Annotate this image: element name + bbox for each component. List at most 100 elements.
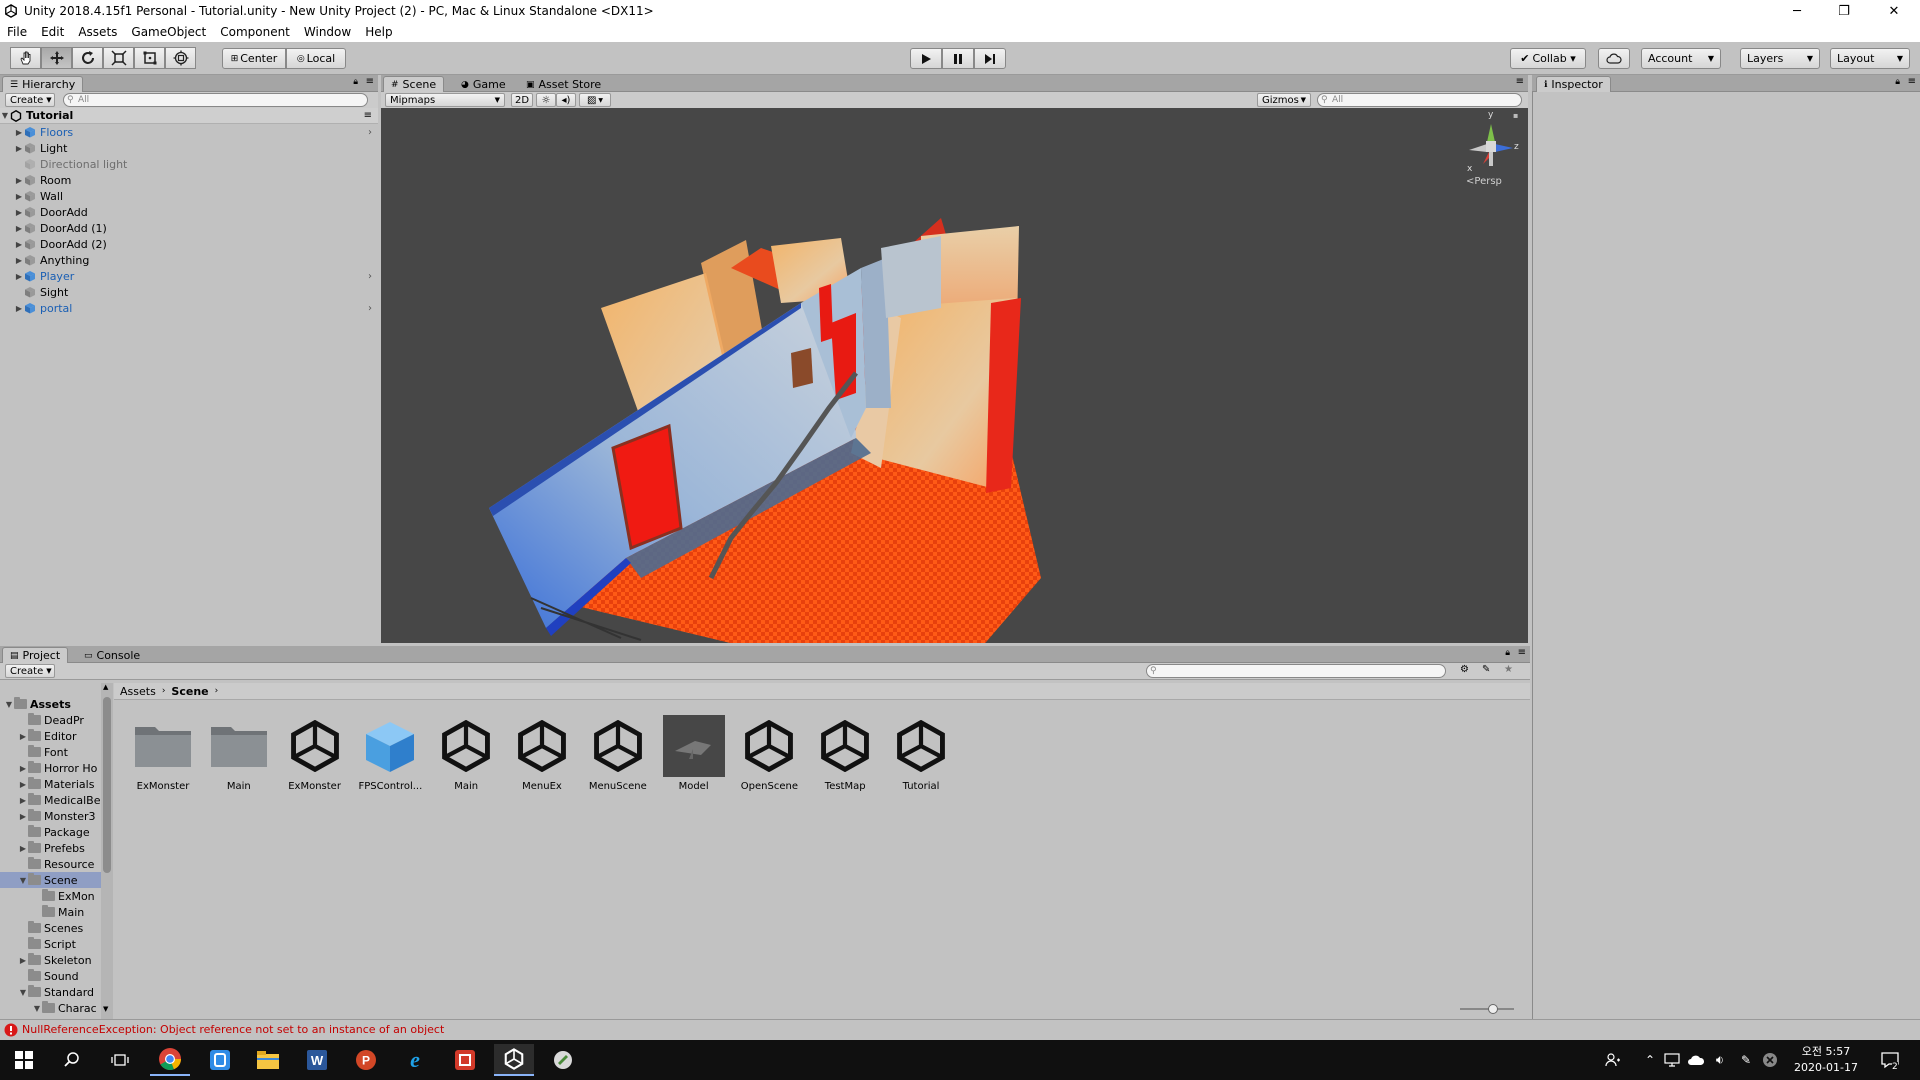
transform-tool-button[interactable] bbox=[165, 47, 196, 69]
hierarchy-item[interactable]: ▶ Player › bbox=[0, 268, 378, 284]
action-center-button[interactable]: 2 bbox=[1870, 1044, 1910, 1076]
expand-arrow-icon[interactable]: ▶ bbox=[14, 192, 24, 201]
audio-toggle[interactable]: ◂) bbox=[556, 93, 576, 107]
tab-hierarchy[interactable]: ☰ Hierarchy bbox=[2, 76, 84, 92]
folder-tree-item[interactable]: Main bbox=[0, 904, 112, 920]
asset-item[interactable]: Main bbox=[431, 715, 501, 792]
expand-arrow-icon[interactable]: ▶ bbox=[18, 812, 28, 821]
effects-dropdown[interactable]: ▨ ▼ bbox=[579, 93, 611, 107]
panel-menu-icon[interactable]: ≡ bbox=[1516, 76, 1524, 87]
tree-scrollbar-thumb[interactable] bbox=[103, 697, 111, 873]
menu-help[interactable]: Help bbox=[358, 25, 399, 39]
collab-dropdown[interactable]: ✔ Collab ▾ bbox=[1510, 48, 1586, 69]
tree-scrollbar[interactable]: ▲ ▼ bbox=[101, 683, 113, 1019]
taskbar-unity[interactable] bbox=[494, 1044, 534, 1076]
folder-tree-item[interactable]: DeadPr bbox=[0, 712, 112, 728]
step-button[interactable] bbox=[974, 48, 1006, 69]
asset-item[interactable]: TestMap bbox=[810, 715, 880, 792]
cloud-button[interactable] bbox=[1598, 48, 1630, 69]
taskbar-app-blue[interactable] bbox=[200, 1044, 240, 1076]
folder-tree-item[interactable]: ▶ Editor bbox=[0, 728, 112, 744]
tray-app-icon[interactable] bbox=[1758, 1044, 1782, 1076]
people-icon[interactable] bbox=[1598, 1044, 1628, 1076]
gizmo-lock-icon[interactable]: ▪ bbox=[1513, 111, 1518, 120]
taskbar-powerpoint[interactable]: P bbox=[346, 1044, 386, 1076]
folder-tree-item[interactable]: Sound bbox=[0, 968, 112, 984]
scale-tool-button[interactable] bbox=[103, 47, 134, 69]
folder-tree-item[interactable]: Resource bbox=[0, 856, 112, 872]
menu-component[interactable]: Component bbox=[213, 25, 297, 39]
tray-chevron-icon[interactable]: ⌃ bbox=[1640, 1044, 1660, 1076]
lock-icon[interactable]: 🔒︎ bbox=[1895, 77, 1900, 87]
asset-item[interactable]: OpenScene bbox=[734, 715, 804, 792]
scroll-up-icon[interactable]: ▲ bbox=[103, 683, 108, 691]
taskbar-file-explorer[interactable] bbox=[248, 1044, 288, 1076]
expand-arrow-icon[interactable]: ▶ bbox=[18, 780, 28, 789]
pivot-local-toggle[interactable]: ◎ Local bbox=[286, 48, 346, 69]
gizmos-dropdown[interactable]: Gizmos ▼ bbox=[1257, 93, 1311, 107]
expand-arrow-icon[interactable]: ▶ bbox=[14, 224, 24, 233]
onedrive-icon[interactable] bbox=[1684, 1044, 1708, 1076]
expand-arrow-icon[interactable]: ▶ bbox=[14, 304, 24, 313]
scene-root-row[interactable]: ▼ Tutorial ≡ bbox=[0, 108, 378, 124]
folder-tree-item[interactable]: ▶ Materials bbox=[0, 776, 112, 792]
open-prefab-chevron-icon[interactable]: › bbox=[368, 271, 372, 282]
expand-arrow-icon[interactable]: ▼ bbox=[32, 1004, 42, 1013]
folder-tree-item[interactable]: ▶ Skeleton bbox=[0, 952, 112, 968]
breadcrumb-scene[interactable]: Scene bbox=[171, 685, 208, 698]
tab-project[interactable]: ▤ Project bbox=[2, 647, 69, 663]
hierarchy-item[interactable]: ▶ Room bbox=[0, 172, 378, 188]
expand-arrow-icon[interactable]: ▶ bbox=[14, 144, 24, 153]
hierarchy-item[interactable]: ▶ Wall bbox=[0, 188, 378, 204]
menu-gameobject[interactable]: GameObject bbox=[124, 25, 213, 39]
expand-arrow-icon[interactable]: ▶ bbox=[18, 844, 28, 853]
taskbar-word[interactable]: W bbox=[297, 1044, 337, 1076]
rect-tool-button[interactable] bbox=[134, 47, 165, 69]
console-status-bar[interactable]: NullReferenceException: Object reference… bbox=[0, 1019, 1920, 1039]
restore-button[interactable]: ❐ bbox=[1822, 0, 1866, 22]
projection-label[interactable]: <Persp bbox=[1466, 176, 1502, 187]
orientation-gizmo[interactable]: y z x ▪ <Persp bbox=[1461, 108, 1521, 203]
close-button[interactable]: ✕ bbox=[1872, 0, 1916, 22]
asset-item[interactable]: Model bbox=[659, 715, 729, 792]
hierarchy-item[interactable]: ▶ DoorAdd (1) bbox=[0, 220, 378, 236]
taskbar-red-app[interactable] bbox=[445, 1044, 485, 1076]
expand-arrow-icon[interactable]: ▼ bbox=[18, 988, 28, 997]
hierarchy-item[interactable]: ▶ DoorAdd bbox=[0, 204, 378, 220]
folder-tree-item[interactable]: ▼ Scene bbox=[0, 872, 112, 888]
project-search-input[interactable]: ⚲ bbox=[1146, 664, 1446, 678]
folder-tree-item[interactable]: ▼ Assets bbox=[0, 696, 112, 712]
minimize-button[interactable]: ─ bbox=[1775, 0, 1819, 22]
folder-tree-item[interactable]: ▼ Charac bbox=[0, 1000, 112, 1016]
lock-icon[interactable]: 🔒︎ bbox=[1505, 648, 1510, 658]
menu-window[interactable]: Window bbox=[297, 25, 358, 39]
asset-item[interactable]: FPSControl... bbox=[355, 715, 425, 792]
layout-dropdown[interactable]: Layout ▼ bbox=[1830, 48, 1910, 69]
folder-tree-item[interactable]: ▼ Standard bbox=[0, 984, 112, 1000]
folder-tree-item[interactable]: Script bbox=[0, 936, 112, 952]
icon-size-slider[interactable] bbox=[1460, 1004, 1514, 1014]
favorite-star-icon[interactable]: ★ bbox=[1504, 664, 1513, 675]
scene-search-input[interactable]: ⚲ All bbox=[1317, 93, 1522, 107]
tab-console[interactable]: ▭ Console bbox=[76, 647, 148, 663]
asset-item[interactable]: Tutorial bbox=[886, 715, 956, 792]
expand-arrow-icon[interactable]: ▶ bbox=[14, 256, 24, 265]
expand-arrow-icon[interactable]: ▼ bbox=[18, 876, 28, 885]
breadcrumb-assets[interactable]: Assets bbox=[120, 685, 156, 698]
expand-arrow-icon[interactable]: ▼ bbox=[4, 700, 14, 709]
hierarchy-item[interactable]: ▶ portal › bbox=[0, 300, 378, 316]
rotate-tool-button[interactable] bbox=[72, 47, 103, 69]
tab-inspector[interactable]: ℹ Inspector bbox=[1536, 76, 1611, 92]
filter-by-label-icon[interactable]: ✎ bbox=[1482, 664, 1490, 675]
move-tool-button[interactable] bbox=[41, 47, 72, 69]
folder-tree-item[interactable]: ▶ Horror Ho bbox=[0, 760, 112, 776]
hand-tool-button[interactable] bbox=[10, 47, 41, 69]
lighting-toggle[interactable]: ☼ bbox=[536, 93, 556, 107]
asset-item[interactable]: MenuEx bbox=[507, 715, 577, 792]
hierarchy-create-dropdown[interactable]: Create ▼ bbox=[5, 93, 55, 107]
volume-icon[interactable]: 🔉︎ bbox=[1708, 1044, 1732, 1076]
task-view-button[interactable] bbox=[100, 1044, 140, 1076]
hierarchy-item[interactable]: ▶ Light bbox=[0, 140, 378, 156]
folder-tree-item[interactable]: ▶ Monster3 bbox=[0, 808, 112, 824]
tab-asset-store[interactable]: ▣ Asset Store bbox=[518, 76, 609, 92]
